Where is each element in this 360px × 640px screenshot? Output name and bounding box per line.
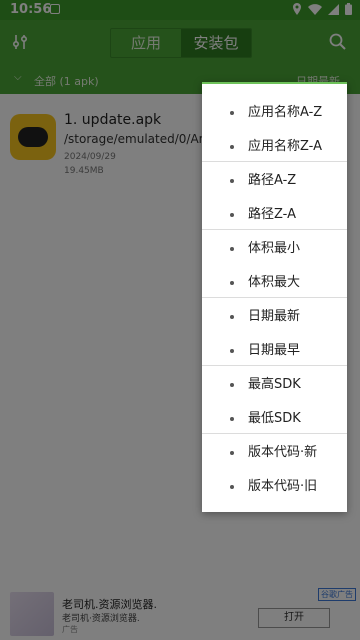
- bullet-icon: [230, 349, 234, 353]
- menu-divider: [202, 433, 347, 434]
- menu-item-label: 应用名称Z-A: [248, 139, 322, 154]
- bullet-icon: [230, 179, 234, 183]
- menu-item-name-asc[interactable]: 应用名称A-Z: [202, 96, 347, 130]
- menu-item-date-newest[interactable]: 日期最新: [202, 300, 347, 334]
- menu-item-label: 应用名称A-Z: [248, 105, 323, 120]
- menu-item-name-desc[interactable]: 应用名称Z-A: [202, 130, 347, 164]
- menu-divider: [202, 297, 347, 298]
- menu-item-date-oldest[interactable]: 日期最早: [202, 334, 347, 368]
- menu-divider: [202, 161, 347, 162]
- bullet-icon: [230, 451, 234, 455]
- bullet-icon: [230, 485, 234, 489]
- bullet-icon: [230, 213, 234, 217]
- bullet-icon: [230, 383, 234, 387]
- menu-item-version-old[interactable]: 版本代码·旧: [202, 470, 347, 504]
- bullet-icon: [230, 281, 234, 285]
- menu-item-label: 日期最新: [248, 309, 301, 324]
- menu-item-label: 路径A-Z: [248, 173, 297, 188]
- menu-item-path-asc[interactable]: 路径A-Z: [202, 164, 347, 198]
- menu-item-sdk-highest[interactable]: 最高SDK: [202, 368, 347, 402]
- menu-divider: [202, 365, 347, 366]
- bullet-icon: [230, 247, 234, 251]
- menu-item-label: 版本代码·旧: [248, 479, 318, 494]
- menu-item-label: 最低SDK: [248, 411, 301, 426]
- menu-item-label: 体积最小: [248, 241, 301, 256]
- bullet-icon: [230, 111, 234, 115]
- menu-item-label: 路径Z-A: [248, 207, 296, 222]
- menu-item-label: 版本代码·新: [248, 445, 318, 460]
- bullet-icon: [230, 145, 234, 149]
- menu-item-size-max[interactable]: 体积最大: [202, 266, 347, 300]
- menu-item-label: 最高SDK: [248, 377, 301, 392]
- menu-divider: [202, 229, 347, 230]
- sort-menu: 应用名称A-Z 应用名称Z-A 路径A-Z 路径Z-A 体积最小 体积最大 日期…: [202, 82, 347, 512]
- menu-item-label: 日期最早: [248, 343, 301, 358]
- menu-accent-line: [202, 82, 347, 84]
- menu-item-version-new[interactable]: 版本代码·新: [202, 436, 347, 470]
- bullet-icon: [230, 315, 234, 319]
- menu-item-sdk-lowest[interactable]: 最低SDK: [202, 402, 347, 436]
- menu-item-label: 体积最大: [248, 275, 301, 290]
- bullet-icon: [230, 417, 234, 421]
- menu-item-path-desc[interactable]: 路径Z-A: [202, 198, 347, 232]
- menu-item-size-min[interactable]: 体积最小: [202, 232, 347, 266]
